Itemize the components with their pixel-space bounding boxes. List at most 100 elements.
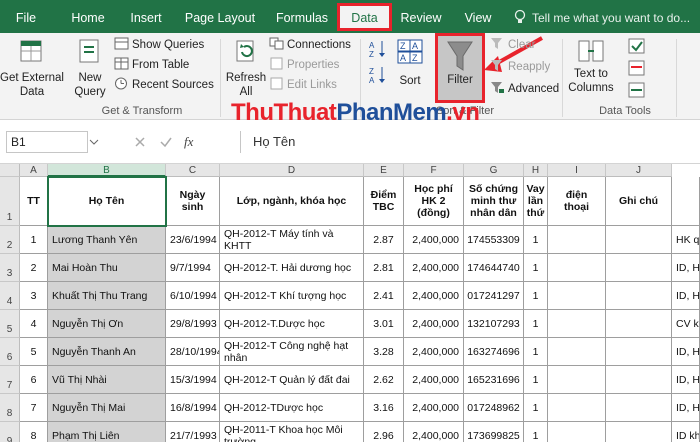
data-cell-col-b[interactable]: Nguyễn Thị Ơn [48, 310, 166, 338]
data-cell-col-h[interactable]: 1 [524, 338, 548, 366]
header-cell-col-c[interactable]: Ngày sinh [166, 177, 220, 226]
header-cell-col-d[interactable]: Lớp, ngành, khóa học [220, 177, 364, 226]
data-cell-col-h[interactable]: 1 [524, 282, 548, 310]
data-cell-col-d[interactable]: QH-2011-T Khoa học Môi trường [220, 422, 364, 442]
row-header[interactable]: 4 [0, 282, 20, 310]
data-cell-col-i[interactable] [548, 310, 606, 338]
header-cell-col-i[interactable]: điện thoại [548, 177, 606, 226]
recent-sources-button[interactable]: Recent Sources [114, 76, 214, 94]
data-cell-col-k[interactable]: CV kh [672, 310, 700, 338]
data-cell-col-a[interactable]: 7 [20, 394, 48, 422]
data-cell-col-d[interactable]: QH-2012-T Máy tính và KHTT [220, 226, 364, 254]
data-cell-col-e[interactable]: 3.16 [364, 394, 404, 422]
data-cell-col-e[interactable]: 2.62 [364, 366, 404, 394]
row-header[interactable]: 7 [0, 366, 20, 394]
row-header[interactable]: 3 [0, 254, 20, 282]
data-cell-col-d[interactable]: QH-2012-T Khí tượng học [220, 282, 364, 310]
data-cell-col-d[interactable]: QH-2012-T Quản lý đất đai [220, 366, 364, 394]
data-cell-col-k[interactable]: ID, HK [672, 366, 700, 394]
data-cell-col-e[interactable]: 3.28 [364, 338, 404, 366]
header-cell-col-j[interactable]: Ghi chú [606, 177, 672, 226]
refresh-all-button[interactable]: Refresh All [225, 37, 267, 99]
data-cell-col-k[interactable]: ID, HK [672, 282, 700, 310]
header-cell-col-h[interactable]: Vay lần thứ [524, 177, 548, 226]
data-cell-col-a[interactable]: 4 [20, 310, 48, 338]
data-cell-col-i[interactable] [548, 254, 606, 282]
sort-az-button[interactable]: AZ [368, 39, 388, 62]
insert-function-button[interactable]: fx [184, 134, 193, 150]
row-header[interactable]: 8 [0, 394, 20, 422]
show-queries-button[interactable]: Show Queries [114, 36, 204, 54]
data-cell-col-g[interactable]: 174644740 [464, 254, 524, 282]
tab-home[interactable]: Home [66, 0, 110, 33]
header-cell-col-f[interactable]: Học phí HK 2 (đồng) [404, 177, 464, 226]
data-cell-col-b[interactable]: Vũ Thị Nhài [48, 366, 166, 394]
column-header-i[interactable]: I [548, 164, 606, 177]
data-cell-col-c[interactable]: 6/10/1994 [166, 282, 220, 310]
data-cell-col-b[interactable]: Phạm Thị Liên [48, 422, 166, 442]
clear-button[interactable]: Clear [490, 36, 535, 54]
column-header-e[interactable]: E [364, 164, 404, 177]
formula-input[interactable]: Họ Tên [240, 131, 700, 153]
data-cell-col-f[interactable]: 2,400,000 [404, 338, 464, 366]
data-cell-col-a[interactable]: 2 [20, 254, 48, 282]
advanced-button[interactable]: Advanced [490, 80, 559, 98]
data-cell-col-g[interactable]: 165231696 [464, 366, 524, 394]
get-external-data-button[interactable]: Get External Data [0, 37, 64, 99]
data-cell-col-b[interactable]: Nguyễn Thanh An [48, 338, 166, 366]
header-cell-col-b[interactable]: Họ Tên [48, 177, 166, 226]
cancel-icon[interactable] [134, 136, 146, 148]
text-to-columns-button[interactable]: Text to Columns [566, 39, 616, 95]
data-cell-col-f[interactable]: 2,400,000 [404, 254, 464, 282]
data-cell-col-h[interactable]: 1 [524, 254, 548, 282]
data-cell-col-d[interactable]: QH-2012-T.Dược học [220, 310, 364, 338]
data-cell-col-j[interactable] [606, 338, 672, 366]
data-cell-col-j[interactable] [606, 422, 672, 442]
data-cell-col-i[interactable] [548, 422, 606, 442]
data-cell-col-c[interactable]: 23/6/1994 [166, 226, 220, 254]
data-cell-col-c[interactable]: 16/8/1994 [166, 394, 220, 422]
column-header-f[interactable]: F [404, 164, 464, 177]
row-header[interactable]: 9 [0, 422, 20, 442]
tab-file[interactable]: File [6, 0, 46, 33]
select-all-corner[interactable] [0, 164, 20, 177]
data-cell-col-b[interactable]: Lương Thanh Yên [48, 226, 166, 254]
tab-view[interactable]: View [458, 0, 498, 33]
data-cell-col-d[interactable]: QH-2012-T Công nghệ hạt nhân [220, 338, 364, 366]
data-cell-col-a[interactable]: 5 [20, 338, 48, 366]
data-cell-col-b[interactable]: Nguyễn Thị Mai [48, 394, 166, 422]
sort-button[interactable]: Z A A Z Sort [394, 38, 426, 88]
data-cell-col-f[interactable]: 2,400,000 [404, 422, 464, 442]
row-header[interactable]: 6 [0, 338, 20, 366]
data-cell-col-f[interactable]: 2,400,000 [404, 394, 464, 422]
data-cell-col-f[interactable]: 2,400,000 [404, 226, 464, 254]
tab-review[interactable]: Review [398, 0, 444, 33]
data-cell-col-e[interactable]: 2.96 [364, 422, 404, 442]
reapply-button[interactable]: Reapply [490, 58, 550, 76]
from-table-button[interactable]: From Table [114, 56, 189, 74]
data-cell-col-h[interactable]: 1 [524, 310, 548, 338]
data-cell-col-j[interactable] [606, 226, 672, 254]
data-cell-col-e[interactable]: 2.81 [364, 254, 404, 282]
header-cell-col-k[interactable] [672, 177, 700, 226]
properties-button[interactable]: Properties [269, 56, 339, 74]
row-header[interactable]: 2 [0, 226, 20, 254]
data-cell-col-b[interactable]: Mai Hoàn Thu [48, 254, 166, 282]
data-cell-col-a[interactable]: 6 [20, 366, 48, 394]
data-cell-col-i[interactable] [548, 338, 606, 366]
data-cell-col-j[interactable] [606, 394, 672, 422]
data-cell-col-g[interactable]: 132107293 [464, 310, 524, 338]
data-cell-col-f[interactable]: 2,400,000 [404, 310, 464, 338]
header-cell-col-a[interactable]: TT [20, 177, 48, 226]
data-cell-col-e[interactable]: 3.01 [364, 310, 404, 338]
column-header-d[interactable]: D [220, 164, 364, 177]
column-header-b[interactable]: B [48, 164, 166, 177]
new-query-button[interactable]: New Query [68, 37, 112, 99]
column-header-g[interactable]: G [464, 164, 524, 177]
tab-data[interactable]: Data [337, 3, 392, 31]
data-cell-col-a[interactable]: 8 [20, 422, 48, 442]
data-cell-col-c[interactable]: 15/3/1994 [166, 366, 220, 394]
data-cell-col-h[interactable]: 1 [524, 226, 548, 254]
data-cell-col-i[interactable] [548, 282, 606, 310]
data-cell-col-i[interactable] [548, 366, 606, 394]
